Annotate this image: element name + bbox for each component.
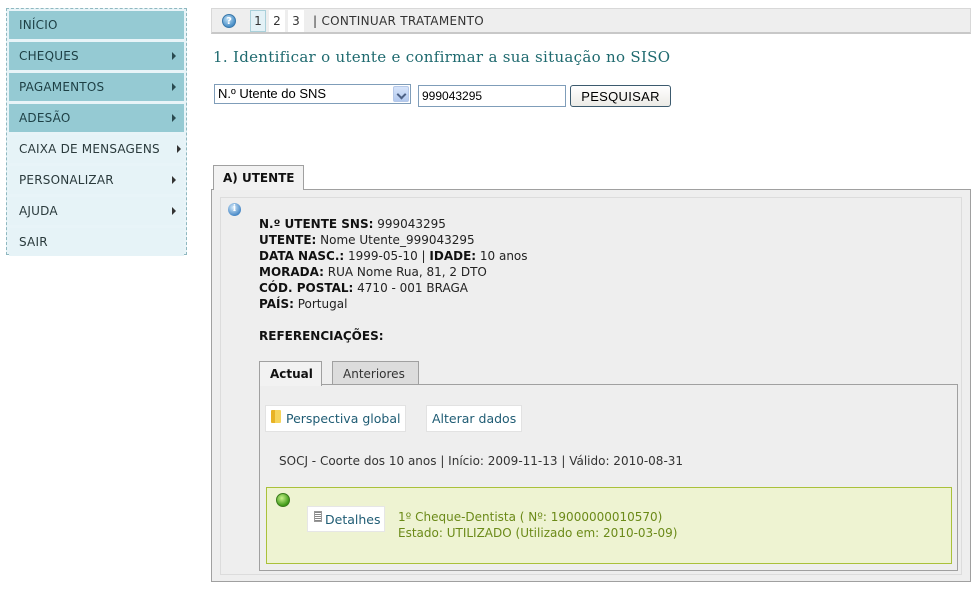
tab-anteriores[interactable]: Anteriores	[332, 361, 419, 385]
edit-data-label: Alterar dados	[432, 411, 517, 426]
referrals-heading: REFERENCIAÇÕES:	[259, 329, 384, 343]
tab-actual[interactable]: Actual	[259, 361, 322, 386]
status-green-icon	[276, 493, 290, 507]
step-3[interactable]: 3	[288, 9, 304, 32]
field-label: PAÍS:	[259, 297, 294, 311]
sidebar-item-caixa-de-mensagens[interactable]: CAIXA DE MENSAGENS	[9, 135, 184, 163]
sidebar-item-label: AJUDA	[19, 204, 58, 218]
cheque-info: 1º Cheque-Dentista ( Nº: 19000000010570)…	[398, 509, 677, 541]
search-type-value: N.º Utente do SNS	[218, 86, 327, 101]
chevron-right-icon	[172, 207, 176, 215]
book-icon	[271, 410, 281, 423]
search-input[interactable]	[418, 85, 566, 107]
sidebar-item-label: CHEQUES	[19, 49, 79, 63]
page-title: 1. Identificar o utente e confirmar a su…	[213, 48, 671, 66]
details-label: Detalhes	[325, 511, 381, 527]
sidebar-item-pagamentos[interactable]: PAGAMENTOS	[9, 73, 184, 101]
sidebar-item-ajuda[interactable]: AJUDA	[9, 197, 184, 225]
cheque-status: Estado: UTILIZADO (Utilizado em: 2010-03…	[398, 526, 678, 540]
cheque-title: 1º Cheque-Dentista ( Nº: 19000000010570)	[398, 510, 663, 524]
sidebar-item-label: INÍCIO	[19, 18, 58, 32]
field-value: 999043295	[373, 217, 446, 231]
sidebar-item-sair[interactable]: SAIR	[9, 228, 184, 256]
step-1[interactable]: 1	[250, 9, 266, 32]
birth-age-row: DATA NASC.: 1999-05-10 | IDADE: 10 anos	[259, 248, 528, 264]
info-icon: i	[228, 203, 241, 216]
step-bar: ? 1 2 3 | CONTINUAR TRATAMENTO	[211, 8, 971, 34]
field-label: CÓD. POSTAL:	[259, 281, 354, 295]
global-view-button[interactable]: Perspectiva global	[265, 405, 407, 432]
sidebar-item-inicio[interactable]: INÍCIO	[9, 11, 184, 39]
sidebar-item-label: PERSONALIZAR	[19, 173, 114, 187]
field-value: Nome Utente_999043295	[316, 233, 475, 247]
chevron-down-icon[interactable]	[393, 86, 409, 102]
global-view-label: Perspectiva global	[286, 411, 401, 426]
field-label: DATA NASC.:	[259, 249, 345, 263]
field-value: 4710 - 001 BRAGA	[353, 281, 468, 295]
step-2[interactable]: 2	[269, 9, 285, 32]
country-row: PAÍS: Portugal	[259, 296, 528, 312]
chevron-right-icon	[172, 52, 176, 60]
search-type-select[interactable]: N.º Utente do SNS	[214, 84, 411, 104]
field-label: N.º UTENTE SNS:	[259, 217, 374, 231]
sidebar-item-label: SAIR	[19, 235, 48, 249]
details-button[interactable]: Detalhes	[307, 506, 386, 532]
field-value: RUA Nome Rua, 81, 2 DTO	[323, 265, 487, 279]
address-row: MORADA: RUA Nome Rua, 81, 2 DTO	[259, 264, 528, 280]
help-icon[interactable]: ?	[222, 13, 236, 28]
sidebar-item-cheques[interactable]: CHEQUES	[9, 42, 184, 70]
edit-data-button[interactable]: Alterar dados	[426, 405, 523, 432]
tab-utente[interactable]: A) UTENTE	[213, 165, 304, 190]
sidebar-item-label: CAIXA DE MENSAGENS	[19, 142, 160, 156]
utente-details: N.º UTENTE SNS: 999043295 UTENTE: Nome U…	[259, 216, 528, 312]
continue-treatment-link[interactable]: | CONTINUAR TRATAMENTO	[313, 14, 484, 28]
referral-summary: SOCJ - Coorte dos 10 anos | Início: 2009…	[279, 454, 684, 468]
sidebar-item-label: ADESÃO	[19, 111, 71, 125]
name-row: UTENTE: Nome Utente_999043295	[259, 232, 528, 248]
field-label: UTENTE:	[259, 233, 317, 247]
chevron-right-icon	[172, 176, 176, 184]
sidebar-menu: INÍCIO CHEQUES PAGAMENTOS ADESÃO CAIXA D…	[6, 8, 187, 256]
search-button[interactable]: PESQUISAR	[570, 85, 671, 107]
field-value: 10 anos	[476, 249, 528, 263]
field-value: 1999-05-10 |	[344, 249, 430, 263]
chevron-right-icon	[172, 114, 176, 122]
sidebar-item-label: PAGAMENTOS	[19, 80, 105, 94]
sns-number-row: N.º UTENTE SNS: 999043295	[259, 216, 528, 232]
document-icon	[314, 510, 322, 522]
sidebar-item-personalizar[interactable]: PERSONALIZAR	[9, 166, 184, 194]
chevron-right-icon	[177, 145, 181, 153]
field-value: Portugal	[293, 297, 348, 311]
chevron-right-icon	[172, 83, 176, 91]
postal-code-row: CÓD. POSTAL: 4710 - 001 BRAGA	[259, 280, 528, 296]
field-label: IDADE:	[429, 249, 477, 263]
field-label: MORADA:	[259, 265, 324, 279]
sidebar-item-adesao[interactable]: ADESÃO	[9, 104, 184, 132]
